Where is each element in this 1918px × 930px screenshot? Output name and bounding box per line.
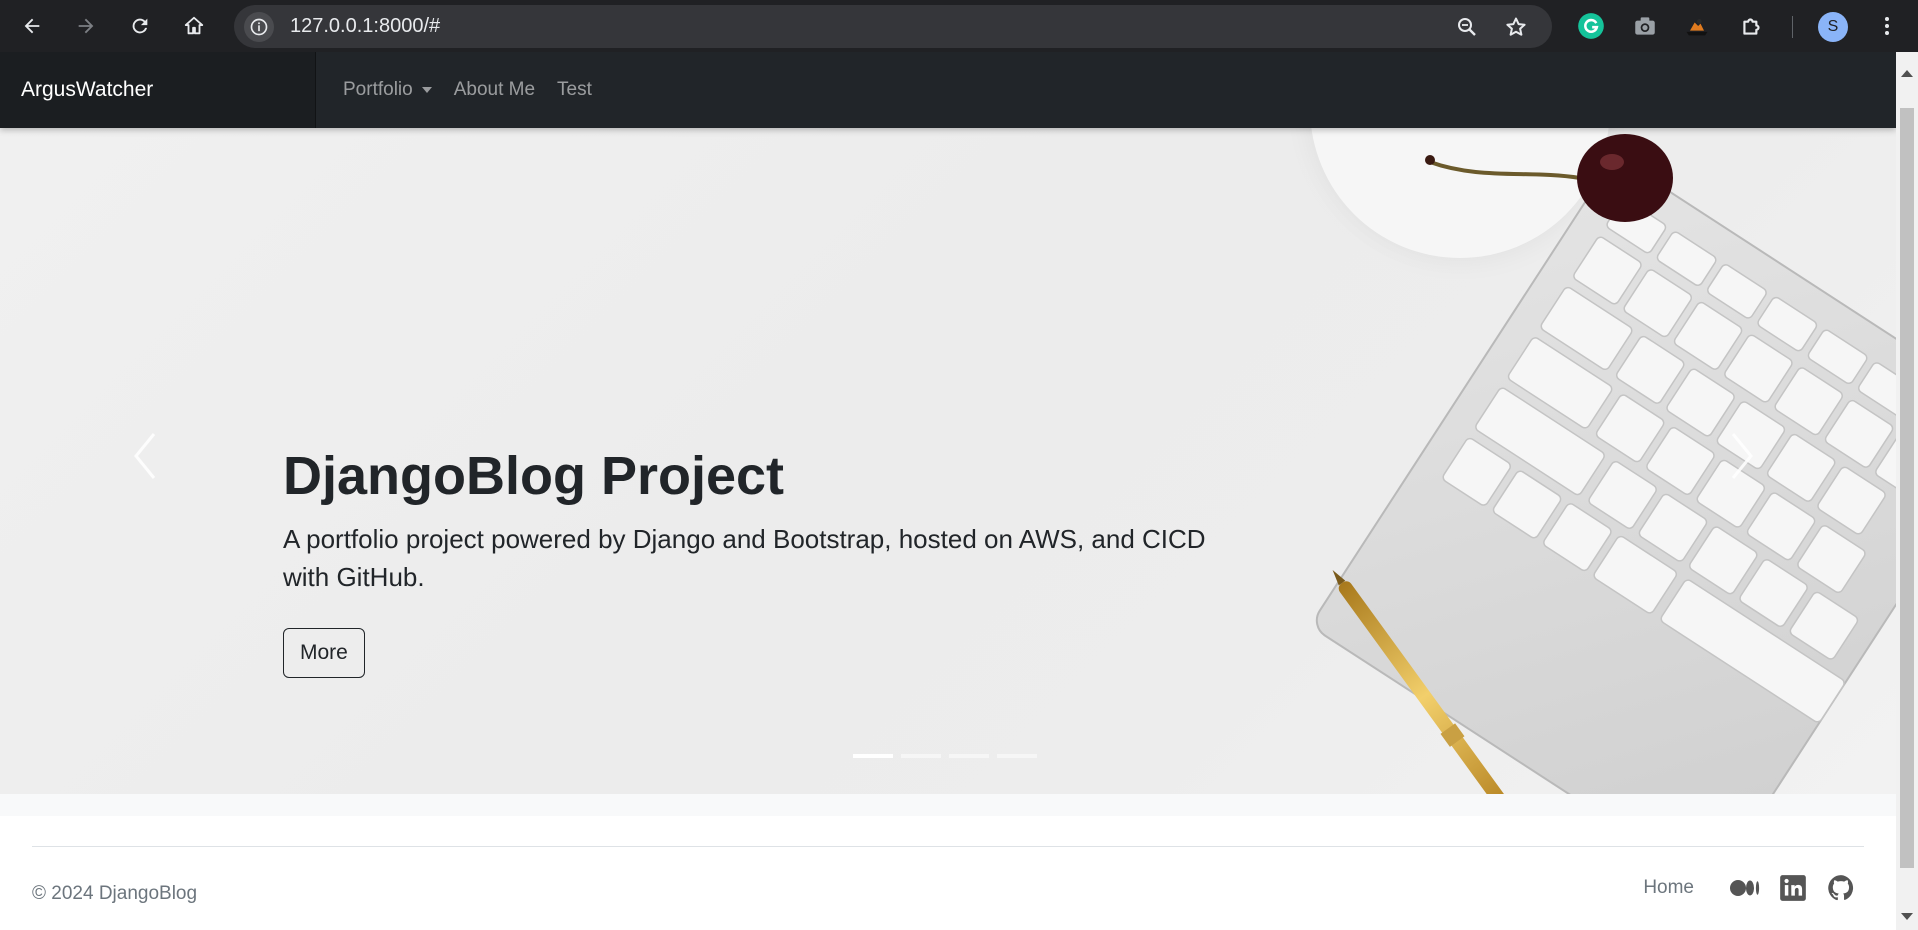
site-navbar: ArgusWatcher Portfolio About Me Test (0, 52, 1896, 128)
footer-copyright: © 2024 DjangoBlog (32, 883, 198, 904)
zoom-icon[interactable] (1454, 14, 1480, 40)
hero-keyboard-image (1315, 134, 1896, 794)
hero-description: A portfolio project powered by Django an… (283, 524, 1206, 592)
scrollbar-thumb[interactable] (1900, 108, 1914, 868)
carousel-prev-icon[interactable] (128, 428, 162, 484)
medium-icon[interactable] (1730, 873, 1760, 903)
nav-about-me[interactable]: About Me (454, 79, 535, 101)
scroll-down-arrow-icon[interactable] (1901, 913, 1913, 920)
reload-icon[interactable] (120, 6, 160, 46)
carousel-indicator[interactable] (997, 754, 1037, 758)
carousel-indicator[interactable] (853, 754, 893, 758)
footer-home-link[interactable]: Home (1643, 877, 1694, 899)
extension-tools-icon[interactable] (1682, 11, 1712, 41)
address-bar[interactable]: 127.0.0.1:8000/# (234, 5, 1552, 48)
section-gap (0, 794, 1896, 816)
web-page: ArgusWatcher Portfolio About Me Test Dja… (0, 52, 1896, 930)
footer-links: Home (1643, 873, 1856, 903)
url-text[interactable]: 127.0.0.1:8000/# (290, 5, 440, 48)
back-icon[interactable] (12, 6, 52, 46)
site-info-icon[interactable] (244, 12, 274, 42)
carousel-indicators (853, 754, 1045, 758)
brand-link[interactable]: ArgusWatcher (21, 52, 153, 128)
site-footer: © 2024 DjangoBlog Home (32, 846, 1864, 930)
nav-portfolio-dropdown[interactable]: Portfolio (343, 79, 432, 101)
carousel-next-icon[interactable] (1725, 428, 1759, 484)
brand-container: ArgusWatcher (0, 52, 316, 128)
scroll-up-arrow-icon[interactable] (1901, 70, 1913, 77)
profile-avatar[interactable]: S (1818, 12, 1848, 42)
forward-icon[interactable] (66, 6, 106, 46)
linkedin-icon[interactable] (1778, 873, 1808, 903)
browser-toolbar: 127.0.0.1:8000/# S (0, 0, 1918, 52)
carousel-indicator[interactable] (949, 754, 989, 758)
toolbar-divider (1792, 16, 1793, 38)
nav-portfolio-label: Portfolio (343, 79, 413, 100)
extensions-puzzle-icon[interactable] (1737, 11, 1767, 41)
grammarly-icon[interactable] (1576, 11, 1606, 41)
nav-links: Portfolio About Me Test (343, 52, 614, 128)
bookmark-star-icon[interactable] (1503, 14, 1529, 40)
github-icon[interactable] (1826, 873, 1856, 903)
hero-title: DjangoBlog Project (283, 446, 785, 506)
nav-test[interactable]: Test (557, 79, 592, 101)
hero-carousel: DjangoBlog Project A portfolio project p… (0, 128, 1896, 794)
home-icon[interactable] (174, 6, 214, 46)
caret-down-icon (421, 87, 432, 93)
page-scrollbar[interactable] (1896, 52, 1918, 930)
carousel-caption: DjangoBlog Project A portfolio project p… (283, 444, 1223, 678)
carousel-indicator[interactable] (901, 754, 941, 758)
camera-icon[interactable] (1630, 11, 1660, 41)
menu-kebab-icon[interactable] (1872, 11, 1902, 41)
more-button[interactable]: More (283, 628, 365, 678)
